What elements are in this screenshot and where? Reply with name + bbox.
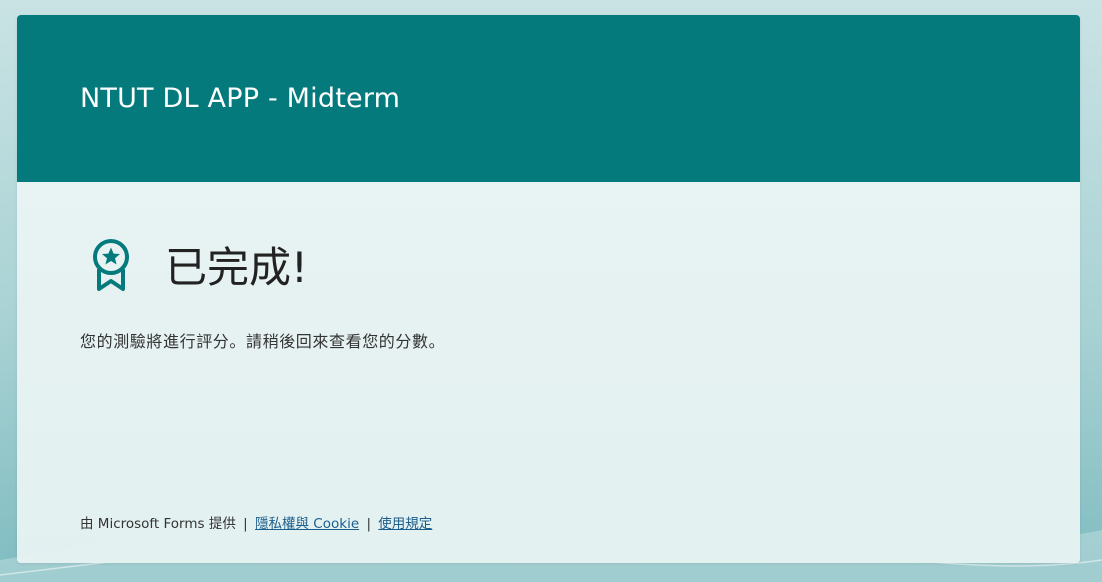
- powered-by-text: 由 Microsoft Forms 提供: [80, 516, 236, 532]
- form-title: NTUT DL APP - Midterm: [80, 83, 401, 114]
- completion-body: 已完成! 您的測驗將進行評分。請稍後回來查看您的分數。 由 Microsoft …: [17, 182, 1080, 563]
- form-header: NTUT DL APP - Midterm: [17, 15, 1080, 182]
- privacy-cookie-link[interactable]: 隱私權與 Cookie: [255, 516, 359, 532]
- footer: 由 Microsoft Forms 提供 | 隱私權與 Cookie | 使用規…: [80, 512, 432, 532]
- form-card: NTUT DL APP - Midterm 已完成! 您的測驗將進行評分。請稍後…: [17, 15, 1080, 563]
- footer-separator: |: [366, 516, 371, 532]
- footer-separator: |: [243, 516, 248, 532]
- completion-heading-row: 已完成!: [91, 234, 308, 295]
- terms-of-use-link[interactable]: 使用規定: [378, 516, 432, 532]
- completion-message: 您的測驗將進行評分。請稍後回來查看您的分數。: [80, 332, 446, 351]
- completion-heading: 已完成!: [165, 243, 308, 292]
- award-ribbon-icon: [93, 238, 129, 291]
